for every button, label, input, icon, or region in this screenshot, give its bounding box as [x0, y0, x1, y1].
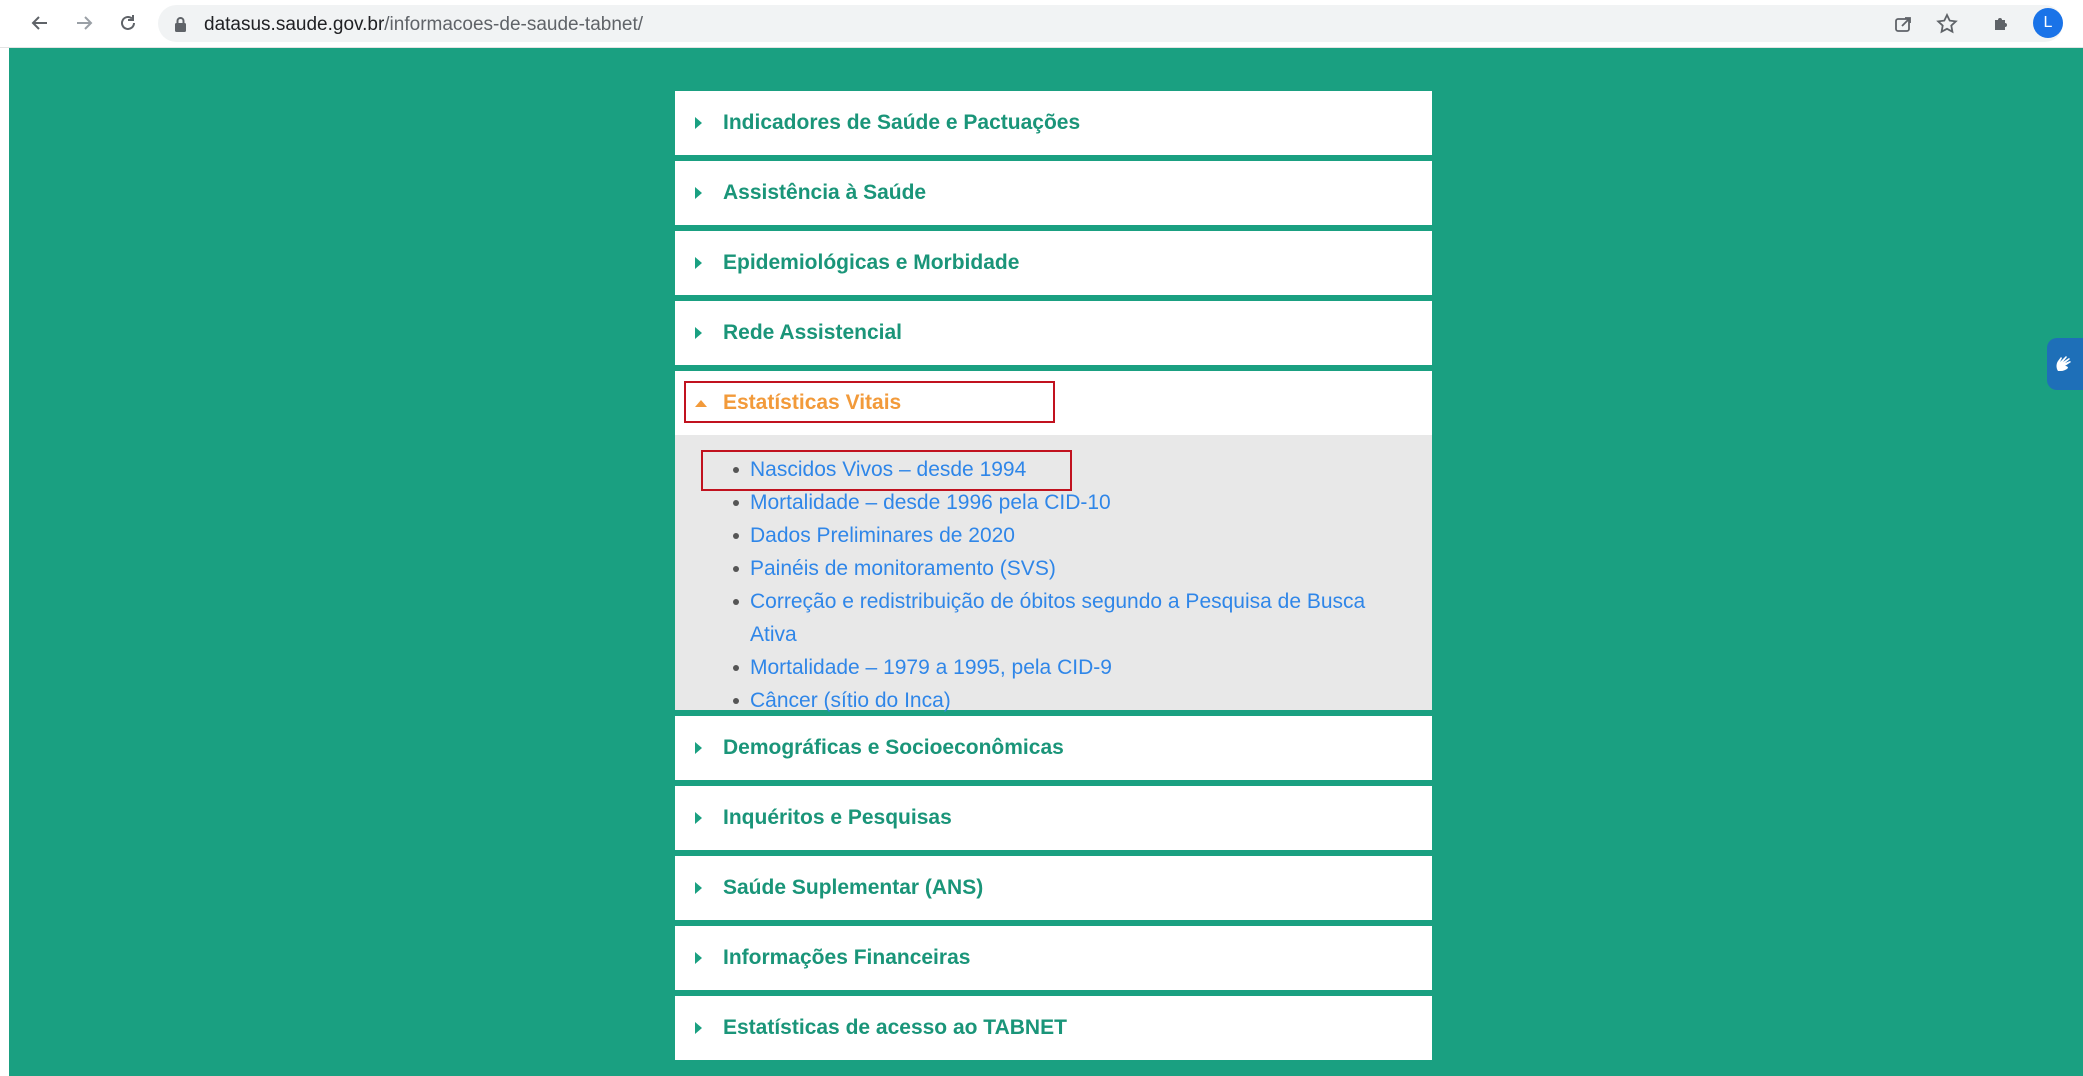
caret-up-icon — [695, 400, 707, 407]
accordion-header[interactable]: Indicadores de Saúde e Pactuações — [675, 91, 1432, 155]
caret-right-icon — [695, 882, 702, 894]
caret-right-icon — [695, 327, 702, 339]
accordion-section-estatisticas-acesso: Estatísticas de acesso ao TABNET — [675, 996, 1432, 1060]
accordion-header[interactable]: Assistência à Saúde — [675, 161, 1432, 225]
sign-language-hands-icon — [2056, 356, 2071, 371]
section-title: Saúde Suplementar (ANS) — [723, 876, 984, 899]
accordion-header[interactable]: Estatísticas Vitais — [675, 371, 1432, 435]
address-bar[interactable]: datasus.saude.gov.br/informacoes-de-saud… — [158, 5, 2063, 42]
arrow-left-icon — [31, 16, 47, 30]
section-title: Inquéritos e Pesquisas — [723, 806, 952, 829]
section-title: Estatísticas Vitais — [723, 391, 902, 414]
profile-avatar[interactable]: L — [2033, 8, 2063, 38]
bookmark-star-icon[interactable] — [1936, 13, 1958, 35]
accessibility-widget-button[interactable] — [2047, 338, 2083, 390]
back-button[interactable] — [25, 8, 55, 38]
accordion-section-saude-suplementar: Saúde Suplementar (ANS) — [675, 856, 1432, 920]
accordion-section-rede: Rede Assistencial — [675, 301, 1432, 365]
caret-right-icon — [695, 952, 702, 964]
accordion-header[interactable]: Inquéritos e Pesquisas — [675, 786, 1432, 850]
accordion-header[interactable]: Demográficas e Socioeconômicas — [675, 716, 1432, 780]
url-text[interactable]: datasus.saude.gov.br/informacoes-de-saud… — [204, 14, 643, 36]
url-host: datasus.saude.gov.br — [204, 14, 385, 35]
url-path: /informacoes-de-saude-tabnet/ — [384, 14, 644, 35]
section-title: Informações Financeiras — [723, 946, 971, 969]
list-item: Câncer (sítio do Inca) — [733, 684, 1370, 717]
caret-right-icon — [695, 187, 702, 199]
accordion-body: Nascidos Vivos – desde 1994 Mortalidade … — [675, 435, 1432, 712]
list-item: Painéis de monitoramento (SVS) — [733, 552, 1370, 585]
list-item: Nascidos Vivos – desde 1994 — [733, 453, 1370, 486]
accordion-section-inqueritos: Inquéritos e Pesquisas — [675, 786, 1432, 850]
page-left-edge — [0, 48, 9, 1076]
caret-right-icon — [695, 257, 702, 269]
caret-right-icon — [695, 117, 702, 129]
accordion-header[interactable]: Rede Assistencial — [675, 301, 1432, 365]
forward-button[interactable] — [69, 8, 99, 38]
extensions-puzzle-icon[interactable] — [1989, 10, 2015, 36]
share-icon[interactable] — [1892, 13, 1914, 35]
accordion-section-assistencia: Assistência à Saúde — [675, 161, 1432, 225]
link-nascidos-vivos[interactable]: Nascidos Vivos – desde 1994 — [750, 458, 1026, 481]
reload-button[interactable] — [113, 8, 143, 38]
accordion-section-financeiras: Informações Financeiras — [675, 926, 1432, 990]
reload-icon — [121, 15, 135, 30]
caret-right-icon — [695, 742, 702, 754]
list-item: Dados Preliminares de 2020 — [733, 519, 1370, 552]
accordion-header[interactable]: Saúde Suplementar (ANS) — [675, 856, 1432, 920]
list-item: Mortalidade – desde 1996 pela CID-10 — [733, 486, 1370, 519]
arrow-right-icon — [77, 16, 93, 30]
caret-right-icon — [695, 1022, 702, 1034]
lock-icon — [175, 17, 186, 32]
caret-right-icon — [695, 812, 702, 824]
section-title: Rede Assistencial — [723, 321, 902, 344]
link-list: Nascidos Vivos – desde 1994 Mortalidade … — [675, 453, 1370, 717]
accordion-header[interactable]: Epidemiológicas e Morbidade — [675, 231, 1432, 295]
accordion-header[interactable]: Informações Financeiras — [675, 926, 1432, 990]
section-title: Assistência à Saúde — [723, 181, 927, 204]
list-item: Correção e redistribuição de óbitos segu… — [733, 585, 1370, 651]
accordion-section-indicadores: Indicadores de Saúde e Pactuações — [675, 91, 1432, 155]
link-paineis-svs[interactable]: Painéis de monitoramento (SVS) — [750, 557, 1056, 580]
accordion-section-demograficas: Demográficas e Socioeconômicas — [675, 716, 1432, 780]
section-title: Epidemiológicas e Morbidade — [723, 251, 1020, 274]
tabnet-accordion: Indicadores de Saúde e Pactuações Assist… — [675, 91, 1432, 1066]
accordion-section-epidemiologicas: Epidemiológicas e Morbidade — [675, 231, 1432, 295]
link-mortalidade-cid10[interactable]: Mortalidade – desde 1996 pela CID-10 — [750, 491, 1111, 514]
link-mortalidade-cid9[interactable]: Mortalidade – 1979 a 1995, pela CID-9 — [750, 656, 1112, 679]
link-dados-preliminares[interactable]: Dados Preliminares de 2020 — [750, 524, 1015, 547]
section-title: Estatísticas de acesso ao TABNET — [723, 1016, 1067, 1039]
accordion-header[interactable]: Estatísticas de acesso ao TABNET — [675, 996, 1432, 1060]
section-title: Demográficas e Socioeconômicas — [723, 736, 1064, 759]
list-item: Mortalidade – 1979 a 1995, pela CID-9 — [733, 651, 1370, 684]
accordion-section-estatisticas-vitais: Estatísticas Vitais Nascidos Vivos – des… — [675, 371, 1432, 712]
link-correcao-obitos[interactable]: Correção e redistribuição de óbitos segu… — [750, 590, 1365, 646]
section-title: Indicadores de Saúde e Pactuações — [723, 111, 1081, 134]
link-cancer-inca[interactable]: Câncer (sítio do Inca) — [750, 689, 951, 712]
browser-toolbar: datasus.saude.gov.br/informacoes-de-saud… — [0, 0, 2083, 48]
